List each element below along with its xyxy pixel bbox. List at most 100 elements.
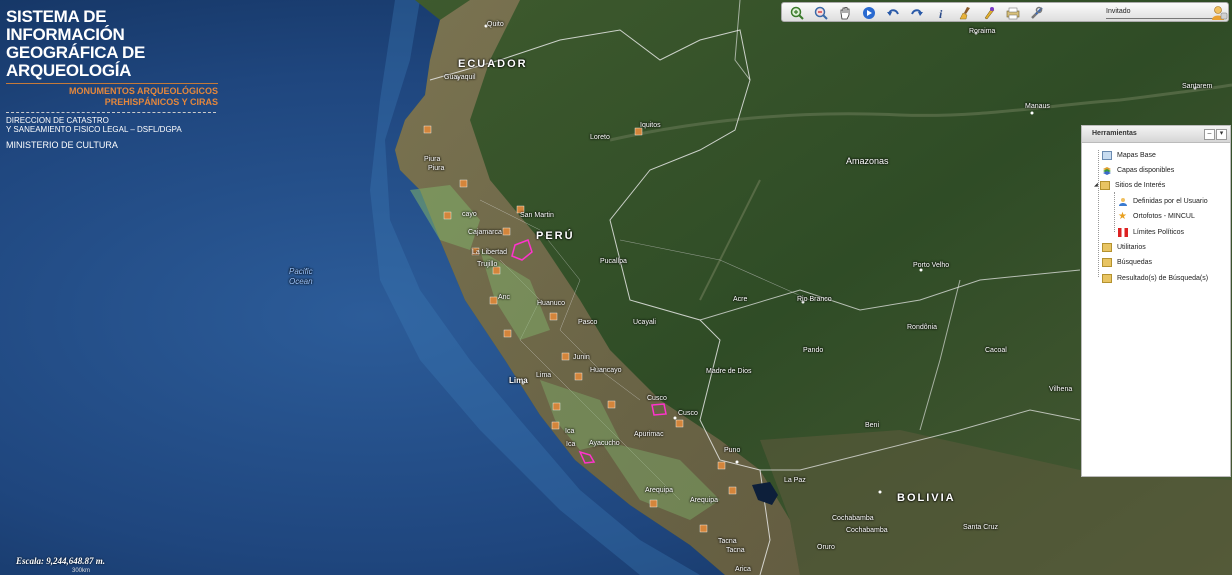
map-label-tacna: Tacna [718,538,737,545]
tree-item-busquedas[interactable]: Búsquedas [1102,256,1152,268]
tree-item-label: Mapas Base [1117,151,1156,159]
map-label-huancayo: Huancayo [590,367,622,374]
tools-wrench-icon[interactable] [1029,5,1045,20]
user-name-label: Invitado [1106,8,1131,15]
user-login-icon[interactable] [1210,5,1228,26]
map-label-amazonas: Amazonas [846,156,889,166]
map-label-cajamarca: Cajamarca [468,229,502,236]
star-icon: ★ [1118,210,1127,222]
map-scale-bar: 300km [72,568,91,574]
header-divider [6,83,218,84]
map-label-ica: Ica [565,428,575,435]
folder-icon [1102,257,1112,267]
map-label-vilhena: Vilhena [1049,386,1073,393]
tree-item-resultados-busqueda[interactable]: Resultado(s) de Búsqueda(s) [1102,272,1208,284]
folder-open-icon [1100,180,1110,190]
ocean-label-line1: Pacific [289,267,313,276]
map-label-cochabamba2: Cochabamba [846,527,888,534]
tree-item-label: Ortofotos - MINCUL [1133,212,1195,220]
tree-item-label: Búsquedas [1117,258,1153,266]
collapse-button[interactable]: ▾ [1216,129,1227,140]
tree-item-limites-politicos[interactable]: Límites Políticos [1118,226,1184,238]
map-label-roraima: Roraima [969,28,996,35]
map-label-rio-branco: Rio Branco [797,296,832,303]
tree-item-label: Utilitarios [1117,243,1146,251]
map-label-lima: Lima [536,372,552,379]
ocean-label-line2: Ocean [289,277,313,286]
map-label-santarem: Santarem [1182,83,1213,90]
tree-connector-sub [1114,192,1115,232]
map-label-cusco2: Cusco [678,410,698,417]
tree-item-label: Capas disponibles [1117,166,1175,174]
map-label-loreto: Loreto [590,134,610,141]
map-label-beni: Beni [865,422,880,429]
map-label-peru: PERÚ [536,230,575,242]
map-label-la-libertad: La Libertad [472,249,508,256]
map-label-pucallpa: Pucallpa [600,258,627,265]
tree-item-label: Resultado(s) de Búsqueda(s) [1117,274,1209,282]
user-field-underline [1106,17,1214,19]
map-label-piura: Piura [424,156,441,163]
app-title-line2: GEOGRÁFICA DE ARQUEOLOGÍA [6,43,146,80]
tree-item-mapas-base[interactable]: Mapas Base [1102,149,1156,161]
map-label-guayaquil: Guayaquil [444,74,476,81]
minimize-button[interactable]: – [1204,129,1215,140]
map-label-arequipa: Arequipa [645,487,674,494]
map-label-pasco: Pasco [578,319,598,326]
tree-item-sitios-de-interes[interactable]: ◢ Sitios de Interés [1094,179,1165,191]
zoom-out-icon[interactable] [813,5,829,20]
map-label-bolivia: BOLIVIA [897,492,956,504]
tools-panel-header: Herramientas – ▾ [1082,126,1230,143]
map-label-la-paz: La Paz [784,477,806,484]
subtitle-line1: MONUMENTOS ARQUEOLÓGICOS [68,86,218,96]
map-label-ayacucho: Ayacucho [589,440,620,447]
map-label-puno: Puno [724,447,741,454]
undo-arrow-icon[interactable] [885,5,901,20]
subtitle-line2: PREHISPÁNICOS Y CIRAS [104,97,218,107]
map-label-huanuco: Huanuco [537,300,566,307]
svg-text:i: i [939,7,943,20]
map-label-ecuador: ECUADOR [458,58,528,70]
map-label-cochabamba: Cochabamba [832,515,874,522]
map-label-junin: Junin [573,354,590,361]
peru-flag-icon [1118,227,1128,237]
map-label-santa-cruz: Santa Cruz [963,524,999,531]
map-scale-label: Escala: 9,244,648.87 m. [16,556,105,566]
clear-broom-icon[interactable] [957,5,973,20]
map-label-arequipa2: Arequipa [690,497,719,504]
map-label-oruro: Oruro [817,544,835,551]
map-label-lima-capital: Lima [509,376,528,385]
map-label-manaus: Manaus [1025,103,1050,110]
map-label-ucayali: Ucayali [633,319,656,326]
map-label-acre: Acre [733,296,748,303]
tree-item-ortofotos-mincul[interactable]: ★ Ortofotos - MINCUL [1118,210,1195,222]
identify-info-icon[interactable]: i [933,5,949,20]
tools-panel: Herramientas – ▾ Mapas Base Capas dispon… [1081,125,1231,477]
map-label-san-martin: San Martin [520,212,554,219]
tree-connector [1098,150,1099,277]
print-icon[interactable] [1005,5,1021,20]
map-label-pacific-ocean: Pacific Ocean [289,267,313,287]
layers-icon [1102,166,1112,175]
user-icon [1118,197,1128,206]
map-label-apurimac: Apurimac [634,431,664,438]
zoom-in-icon[interactable] [789,5,805,20]
map-label-porto-velho: Porto Velho [913,262,950,269]
org-line2: Y SANEAMIENTO FISICO LEGAL – DSFL/DGPA [6,125,182,134]
tree-item-utilitarios[interactable]: Utilitarios [1102,241,1146,253]
draw-pen-icon[interactable] [981,5,997,20]
app-title-line1: SISTEMA DE INFORMACIÓN [6,7,125,44]
folder-icon [1102,242,1112,252]
map-label-cusco: Cusco [647,395,667,402]
folder-icon [1102,273,1112,283]
full-extent-icon[interactable] [861,5,877,20]
tree-item-definidas-por-usuario[interactable]: Definidas por el Usuario [1118,195,1208,207]
header-dotted-divider [6,112,216,113]
pan-hand-icon[interactable] [837,5,853,20]
map-label-madre-de-dios: Madre de Dios [706,368,752,375]
tree-item-label: Límites Políticos [1133,228,1184,236]
map-label-iquitos: Iquitos [640,122,661,129]
map-label-cacoal: Cacoal [985,347,1007,354]
redo-arrow-icon[interactable] [909,5,925,20]
tree-item-capas-disponibles[interactable]: Capas disponibles [1102,164,1174,176]
